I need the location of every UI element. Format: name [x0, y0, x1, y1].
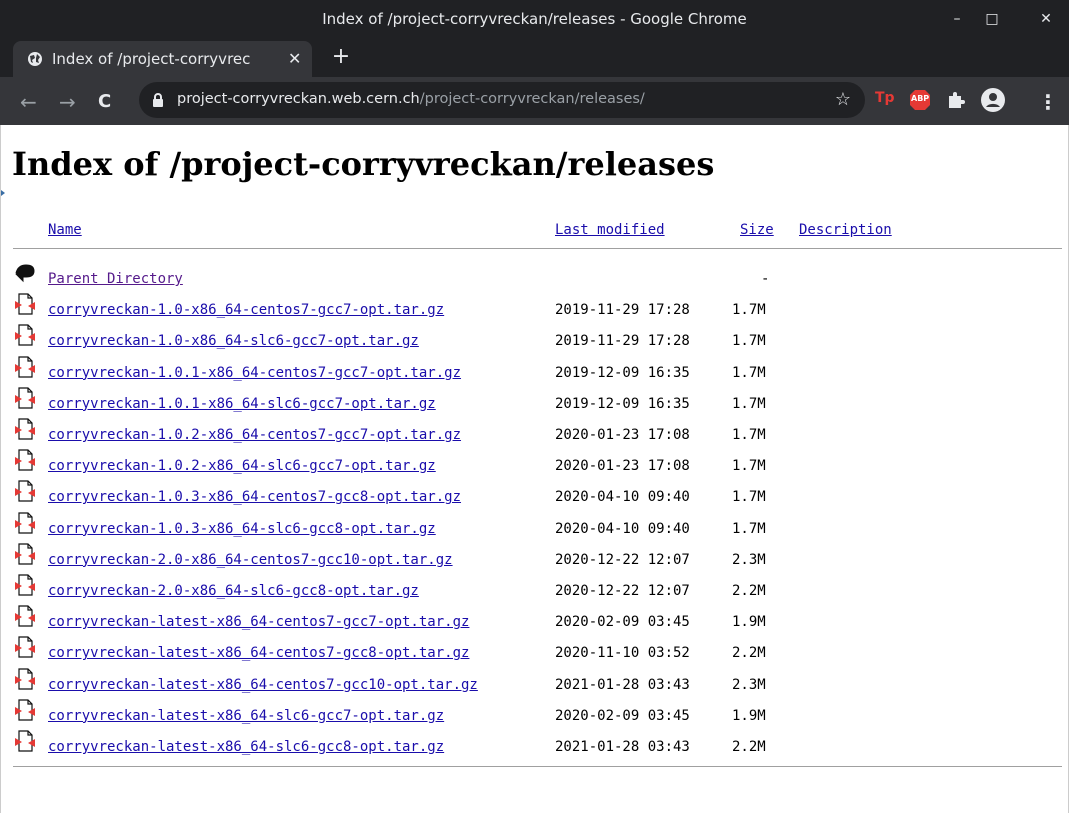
file-modified: 2021-01-28 03:43	[555, 739, 690, 755]
page-title: Index of /project-corryvreckan/releases	[12, 145, 715, 183]
minimize-button[interactable]: –	[942, 6, 972, 32]
file-modified: 2019-11-29 17:28	[555, 302, 690, 319]
file-size: 1.7M	[732, 458, 766, 475]
forward-icon[interactable]: →	[59, 90, 76, 114]
file-modified: 2020-02-09 03:45	[555, 707, 690, 724]
back-icon[interactable]: ←	[20, 90, 37, 114]
archive-file-icon	[14, 573, 36, 597]
edge-marker-icon	[1, 190, 5, 196]
file-size: 1.9M	[732, 614, 766, 631]
archive-file-icon	[14, 604, 36, 628]
file-modified: 2019-11-29 17:28	[555, 333, 690, 350]
file-size: 2.2M	[732, 583, 766, 599]
file-size: 2.3M	[732, 551, 766, 568]
archive-file-icon	[14, 698, 36, 722]
tp-extension-icon[interactable]: Tp	[873, 88, 897, 112]
file-modified: 2020-04-10 09:40	[555, 489, 690, 506]
reload-icon[interactable]: C	[98, 91, 111, 112]
archive-file-icon	[14, 667, 36, 691]
url-host: project-corryvreckan.web.cern.ch	[177, 91, 420, 107]
file-size: 1.7M	[732, 302, 766, 319]
file-modified: 2020-12-22 12:07	[555, 551, 690, 568]
file-size: 2.2M	[732, 739, 766, 755]
header-divider	[13, 248, 1062, 249]
parent-directory-link[interactable]: Parent Directory	[48, 271, 183, 287]
file-modified: 2020-01-23 17:08	[555, 458, 690, 475]
bookmark-star-icon[interactable]: ☆	[835, 89, 851, 110]
url-path: /project-corryvreckan/releases/	[419, 91, 645, 107]
file-size: 1.7M	[732, 333, 766, 350]
file-modified: 2020-12-22 12:07	[555, 583, 690, 599]
extensions-puzzle-icon[interactable]	[945, 88, 969, 112]
new-tab-button[interactable]: +	[327, 43, 355, 71]
archive-file-icon	[14, 417, 36, 441]
file-link[interactable]: corryvreckan-2.0-x86_64-slc6-gcc8-opt.ta…	[48, 583, 419, 599]
file-link[interactable]: corryvreckan-1.0-x86_64-centos7-gcc7-opt…	[48, 302, 444, 318]
archive-file-icon	[14, 323, 36, 347]
file-modified: 2020-01-23 17:08	[555, 427, 690, 443]
file-modified: 2019-12-09 16:35	[555, 364, 690, 381]
browser-toolbar: ← → C project-corryvreckan.web.cern.ch/p…	[0, 77, 1069, 125]
column-description-header[interactable]: Description	[799, 222, 892, 238]
archive-file-icon	[14, 355, 36, 379]
parent-directory-size: -	[761, 271, 770, 287]
archive-file-icon	[14, 386, 36, 410]
globe-icon	[28, 52, 42, 66]
lock-icon	[153, 93, 163, 107]
file-size: 1.7M	[732, 427, 766, 443]
file-link[interactable]: corryvreckan-1.0.1-x86_64-slc6-gcc7-opt.…	[48, 396, 436, 412]
archive-file-icon	[14, 729, 36, 753]
chrome-menu-icon[interactable]: ⋮	[1038, 90, 1058, 114]
window-titlebar: Index of /project-corryvreckan/releases …	[0, 0, 1069, 39]
file-size: 1.9M	[732, 707, 766, 724]
archive-file-icon	[14, 511, 36, 535]
file-link[interactable]: corryvreckan-latest-x86_64-slc6-gcc8-opt…	[48, 739, 444, 755]
address-bar[interactable]: project-corryvreckan.web.cern.ch/project…	[139, 82, 865, 118]
file-link[interactable]: corryvreckan-1.0.3-x86_64-slc6-gcc8-opt.…	[48, 521, 436, 537]
adblock-label: ABP	[911, 94, 930, 103]
file-size: 1.7M	[732, 489, 766, 506]
file-modified: 2020-04-10 09:40	[555, 520, 690, 537]
column-size-header[interactable]: Size	[740, 222, 774, 238]
adblock-icon[interactable]: ABP	[908, 88, 932, 112]
file-size: 2.3M	[732, 676, 766, 693]
file-size: 2.2M	[732, 645, 766, 662]
back-arrow-icon	[14, 261, 36, 285]
column-name-header[interactable]: Name	[48, 222, 82, 238]
file-link[interactable]: corryvreckan-1.0.1-x86_64-centos7-gcc7-o…	[48, 365, 461, 381]
file-size: 1.7M	[732, 520, 766, 537]
archive-file-icon	[14, 448, 36, 472]
file-link[interactable]: corryvreckan-latest-x86_64-centos7-gcc8-…	[48, 645, 469, 661]
tp-extension-label: Tp	[875, 90, 895, 106]
tab-close-icon[interactable]: ✕	[288, 49, 301, 68]
file-link[interactable]: corryvreckan-1.0.2-x86_64-centos7-gcc7-o…	[48, 427, 461, 443]
footer-divider	[13, 766, 1062, 767]
close-window-button[interactable]: ✕	[1031, 6, 1061, 32]
archive-file-icon	[14, 292, 36, 316]
file-modified: 2021-01-28 03:43	[555, 676, 690, 693]
file-link[interactable]: corryvreckan-1.0-x86_64-slc6-gcc7-opt.ta…	[48, 333, 419, 349]
file-modified: 2020-02-09 03:45	[555, 614, 690, 631]
file-modified: 2019-12-09 16:35	[555, 395, 690, 412]
file-link[interactable]: corryvreckan-latest-x86_64-centos7-gcc7-…	[48, 614, 469, 630]
profile-avatar-icon[interactable]	[980, 87, 1005, 112]
archive-file-icon	[14, 635, 36, 659]
column-last-modified-header[interactable]: Last modified	[555, 222, 665, 238]
file-link[interactable]: corryvreckan-1.0.3-x86_64-centos7-gcc8-o…	[48, 489, 461, 505]
file-link[interactable]: corryvreckan-1.0.2-x86_64-slc6-gcc7-opt.…	[48, 458, 436, 474]
file-size: 1.7M	[732, 364, 766, 381]
archive-file-icon	[14, 542, 36, 566]
file-link[interactable]: corryvreckan-2.0-x86_64-centos7-gcc10-op…	[48, 552, 453, 568]
tab-title: Index of /project-corryvrec	[52, 50, 251, 68]
file-link[interactable]: corryvreckan-latest-x86_64-slc6-gcc7-opt…	[48, 708, 444, 724]
file-link[interactable]: corryvreckan-latest-x86_64-centos7-gcc10…	[48, 677, 478, 693]
window-title: Index of /project-corryvreckan/releases …	[322, 10, 747, 28]
file-modified: 2020-11-10 03:52	[555, 645, 690, 662]
page-content: Index of /project-corryvreckan/releases …	[0, 125, 1069, 813]
maximize-button[interactable]: □	[977, 6, 1007, 32]
archive-file-icon	[14, 479, 36, 503]
file-size: 1.7M	[732, 395, 766, 412]
tab-active[interactable]: Index of /project-corryvrec ✕	[13, 41, 312, 77]
url-text: project-corryvreckan.web.cern.ch/project…	[177, 91, 645, 107]
